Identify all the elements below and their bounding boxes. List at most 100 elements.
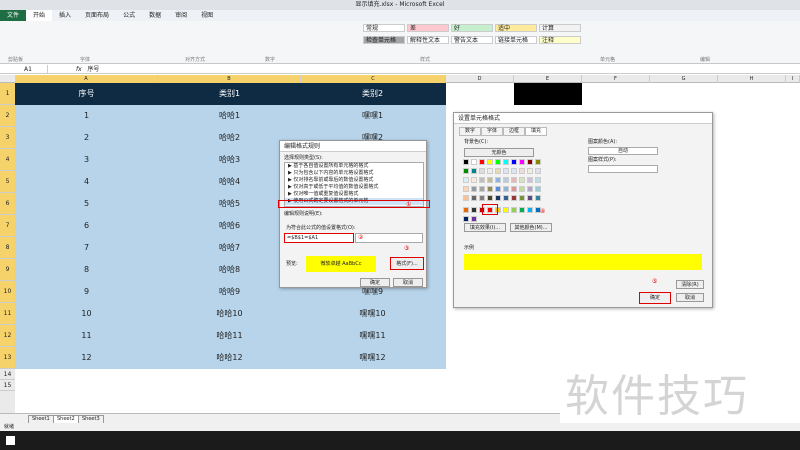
color-swatch[interactable] [471,177,477,183]
column-header[interactable]: H [718,75,786,83]
color-swatch[interactable] [495,186,501,192]
more-colors-button[interactable]: 其他颜色(M)... [510,223,552,232]
table-cell[interactable]: 嘿嘿12 [301,347,444,369]
color-swatch[interactable] [519,207,525,213]
color-swatch[interactable] [527,159,533,165]
tab-4[interactable]: 公式 [116,10,142,21]
row-header[interactable]: 13 [0,347,15,369]
color-swatch[interactable] [487,168,493,174]
row-header[interactable]: 11 [0,303,15,325]
rule-type-item[interactable]: ▶ 仅对唯一值或重复值设置格式 [285,191,423,198]
format-button[interactable]: 格式(F)... [390,257,424,270]
cell-style[interactable]: 常规 [363,24,405,32]
filled-cell[interactable] [514,83,582,105]
column-header[interactable]: C [301,75,446,83]
color-swatch[interactable] [479,159,485,165]
color-swatch[interactable] [479,168,485,174]
color-swatch[interactable] [495,177,501,183]
color-swatch[interactable] [463,216,469,222]
table-cell[interactable]: 嘿嘿11 [301,325,444,347]
color-swatch[interactable] [519,186,525,192]
color-swatch[interactable] [487,195,493,201]
color-swatch[interactable] [503,168,509,174]
column-header[interactable]: D [446,75,514,83]
format-tab[interactable]: 边框 [503,127,526,136]
tab-0[interactable]: 文件 [0,10,27,21]
cell-style[interactable]: 好 [451,24,493,32]
color-swatch[interactable] [527,177,533,183]
table-cell[interactable]: 嘿嘿1 [301,105,444,127]
rule-type-item[interactable]: ▶ 只为包含以下内容的单元格设置格式 [285,170,423,177]
table-cell[interactable]: 10 [15,303,158,325]
row-header[interactable]: 6 [0,193,15,215]
start-icon[interactable] [6,436,15,445]
table-cell[interactable]: 哈哈1 [158,105,301,127]
color-swatch[interactable] [479,195,485,201]
row-header[interactable]: 4 [0,149,15,171]
table-cell[interactable]: 7 [15,237,158,259]
color-swatch[interactable] [511,195,517,201]
table-cell[interactable]: 哈哈12 [158,347,301,369]
table-cell[interactable]: 2 [15,127,158,149]
pattern-style-select[interactable] [588,165,658,173]
row-header[interactable]: 2 [0,105,15,127]
color-swatch[interactable] [511,186,517,192]
color-swatch[interactable] [479,177,485,183]
color-swatch[interactable] [471,195,477,201]
row-header[interactable]: 12 [0,325,15,347]
color-swatch[interactable] [471,186,477,192]
color-palette[interactable] [463,159,543,222]
color-swatch[interactable] [463,159,469,165]
column-header[interactable]: E [514,75,582,83]
column-header[interactable]: B [158,75,301,83]
color-swatch[interactable] [519,177,525,183]
rule-type-item[interactable]: ▶ 仅对高于或低于平均值的数值设置格式 [285,184,423,191]
color-swatch[interactable] [511,159,517,165]
color-swatch[interactable] [527,186,533,192]
formula-input[interactable]: =$B$1=$A1 [284,233,354,243]
format-tab[interactable]: 数字 [459,127,482,136]
column-header[interactable]: A [15,75,158,83]
tab-5[interactable]: 数据 [142,10,168,21]
column-header[interactable]: G [650,75,718,83]
row-header[interactable]: 1 [0,83,15,105]
ok-button[interactable]: 确定 [360,278,390,287]
fill-effects-button[interactable]: 填充效果(I)... [464,223,506,232]
color-swatch[interactable] [463,177,469,183]
cell-style[interactable]: 链接单元格 [495,36,537,44]
table-cell[interactable]: 哈哈10 [158,303,301,325]
color-swatch[interactable] [495,159,501,165]
cell-style[interactable]: 计算 [539,24,581,32]
row-header[interactable]: 3 [0,127,15,149]
color-swatch[interactable] [487,177,493,183]
cancel-button[interactable]: 取消 [676,293,704,302]
formula-content[interactable]: fx 序号 [76,65,99,74]
tab-3[interactable]: 页面布局 [78,10,116,21]
color-swatch[interactable] [471,168,477,174]
row-header[interactable]: 14 [0,369,15,380]
row-header[interactable]: 15 [0,380,15,391]
color-swatch[interactable] [511,168,517,174]
table-cell[interactable]: 3 [15,149,158,171]
tab-7[interactable]: 视图 [194,10,220,21]
pattern-color-select[interactable]: 自动 [588,147,658,155]
row-header[interactable]: 7 [0,215,15,237]
color-swatch[interactable] [527,195,533,201]
color-swatch[interactable] [487,159,493,165]
color-swatch[interactable] [463,168,469,174]
cell-style[interactable]: 注释 [539,36,581,44]
column-header[interactable]: F [582,75,650,83]
table-cell[interactable]: 嘿嘿10 [301,303,444,325]
table-cell[interactable]: 哈哈11 [158,325,301,347]
row-header[interactable]: 9 [0,259,15,281]
color-swatch[interactable] [503,177,509,183]
row-header[interactable]: 5 [0,171,15,193]
color-swatch[interactable] [471,216,477,222]
color-swatch[interactable] [503,159,509,165]
format-tab[interactable]: 填充 [525,127,548,136]
color-swatch[interactable] [463,195,469,201]
row-header[interactable]: 10 [0,281,15,303]
color-swatch[interactable] [527,207,533,213]
color-swatch[interactable] [495,168,501,174]
cell-style[interactable]: 差 [407,24,449,32]
